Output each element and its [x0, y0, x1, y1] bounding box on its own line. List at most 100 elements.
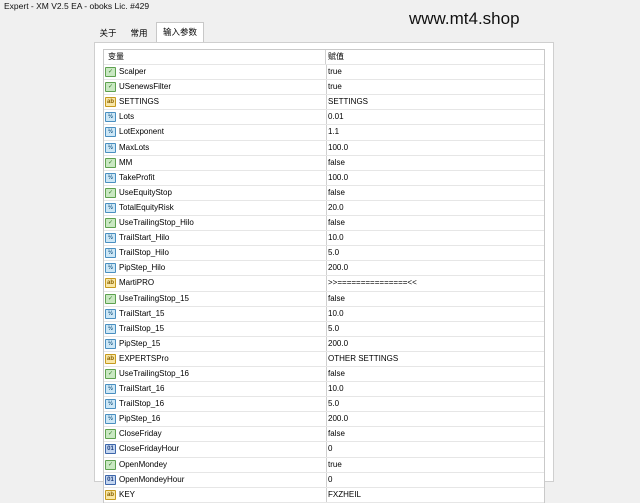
- table-row[interactable]: ½ TotalEquityRisk 20.0: [104, 200, 544, 217]
- table-row[interactable]: ½ PipStep_Hilo 200.0: [104, 261, 544, 277]
- table-row[interactable]: ✓ UseTrailingStop_15 false: [104, 291, 544, 307]
- table-row[interactable]: ½ TrailStop_Hilo 5.0: [104, 246, 544, 262]
- parameter-value[interactable]: 10.0: [327, 307, 544, 321]
- parameter-value[interactable]: 5.0: [327, 246, 544, 260]
- parameter-value[interactable]: 20.0: [327, 201, 544, 215]
- table-row[interactable]: 01 OpenMondeyHour 0: [104, 472, 544, 488]
- bool-type-icon: ✓: [105, 157, 116, 168]
- parameter-value[interactable]: OTHER SETTINGS: [327, 352, 544, 366]
- header-variable[interactable]: 变量: [104, 50, 326, 65]
- table-row[interactable]: ½ PipStep_16 200.0: [104, 412, 544, 428]
- parameter-name-cell: ✓ UseTrailingStop_15: [104, 291, 327, 306]
- table-row[interactable]: ½ TrailStart_16 10.0: [104, 382, 544, 398]
- table-row[interactable]: ½ PipStep_15 200.0: [104, 336, 544, 352]
- table-row[interactable]: ½ LotExponent 1.1: [104, 125, 544, 141]
- window-title: Expert - XM V2.5 EA - oboks Lic. #429: [4, 1, 150, 11]
- parameters-table: 变量 赋值 ✓ Scalper true ✓ USenewsFilter true ab SE…: [103, 49, 545, 503]
- parameter-name: UseEquityStop: [119, 187, 172, 197]
- parameter-value[interactable]: 0: [327, 442, 544, 456]
- tab-inputs[interactable]: 输入参数: [156, 22, 204, 43]
- table-row[interactable]: ½ TrailStart_Hilo 10.0: [104, 231, 544, 247]
- table-row[interactable]: ✓ OpenMondey true: [104, 457, 544, 473]
- tab-common[interactable]: 常用: [126, 25, 152, 41]
- parameter-value[interactable]: false: [327, 292, 544, 306]
- table-row[interactable]: ab KEY FXZHEIL: [104, 487, 544, 503]
- parameter-name: TotalEquityRisk: [119, 202, 174, 212]
- parameter-name: UseTrailingStop_16: [119, 368, 189, 378]
- parameter-value[interactable]: FXZHEIL: [327, 488, 544, 502]
- table-row[interactable]: ✓ UseTrailingStop_16 false: [104, 366, 544, 383]
- parameter-value[interactable]: 10.0: [327, 231, 544, 245]
- parameter-value[interactable]: 5.0: [327, 322, 544, 336]
- parameter-value[interactable]: false: [327, 367, 544, 381]
- parameter-name: PipStep_15: [119, 338, 161, 348]
- parameter-name: UseTrailingStop_Hilo: [119, 218, 194, 228]
- parameter-name-cell: ✓ OpenMondey: [104, 457, 327, 472]
- table-row[interactable]: ✓ UseTrailingStop_Hilo false: [104, 216, 544, 232]
- parameter-name-cell: 01 CloseFridayHour: [104, 442, 327, 457]
- bool-type-icon: ✓: [105, 429, 116, 440]
- table-row[interactable]: ab EXPERTSPro OTHER SETTINGS: [104, 351, 544, 367]
- table-row[interactable]: 01 CloseFridayHour 0: [104, 442, 544, 458]
- parameter-name-cell: ½ Lots: [104, 110, 327, 125]
- parameter-name: LotExponent: [119, 127, 164, 137]
- parameter-value[interactable]: 10.0: [327, 382, 544, 396]
- table-row[interactable]: ab MartiPRO >>===============<<: [104, 276, 544, 292]
- parameter-value[interactable]: false: [327, 427, 544, 441]
- parameter-value[interactable]: 0.01: [327, 110, 544, 124]
- parameter-name: MaxLots: [119, 142, 150, 152]
- parameter-name-cell: ✓ Scalper: [104, 65, 327, 80]
- parameter-name-cell: ½ TrailStop_15: [104, 321, 327, 336]
- parameter-name: TakeProfit: [119, 172, 155, 182]
- double-type-icon: ½: [105, 248, 116, 259]
- parameter-name: Scalper: [119, 67, 147, 77]
- parameter-value[interactable]: true: [327, 80, 544, 94]
- parameter-value[interactable]: SETTINGS: [327, 95, 544, 109]
- table-row[interactable]: ½ TrailStop_15 5.0: [104, 321, 544, 337]
- parameter-value[interactable]: 200.0: [327, 412, 544, 426]
- parameter-name: MM: [119, 157, 133, 167]
- table-row[interactable]: ✓ MM false: [104, 155, 544, 171]
- parameter-value[interactable]: 5.0: [327, 397, 544, 411]
- parameter-value[interactable]: 200.0: [327, 337, 544, 351]
- parameter-value[interactable]: true: [327, 458, 544, 472]
- table-row[interactable]: ab SETTINGS SETTINGS: [104, 95, 544, 111]
- parameter-name: TrailStop_16: [119, 399, 165, 409]
- parameter-value[interactable]: 1.1: [327, 125, 544, 139]
- table-row[interactable]: ✓ CloseFriday false: [104, 427, 544, 443]
- table-row[interactable]: ✓ Scalper true: [104, 65, 544, 81]
- parameter-value[interactable]: false: [327, 156, 544, 170]
- parameter-name-cell: ✓ USenewsFilter: [104, 80, 327, 95]
- parameter-name-cell: ½ TotalEquityRisk: [104, 200, 327, 216]
- parameter-name-cell: ½ PipStep_Hilo: [104, 261, 327, 276]
- table-row[interactable]: ✓ USenewsFilter true: [104, 80, 544, 96]
- table-row[interactable]: ½ TrailStop_16 5.0: [104, 397, 544, 413]
- table-row[interactable]: ½ TakeProfit 100.0: [104, 170, 544, 186]
- table-row[interactable]: ½ Lots 0.01: [104, 110, 544, 126]
- int-type-icon: 01: [105, 444, 116, 455]
- parameter-value[interactable]: 100.0: [327, 141, 544, 155]
- parameter-name: TrailStart_15: [119, 308, 165, 318]
- parameter-value[interactable]: 200.0: [327, 261, 544, 275]
- string-type-icon: ab: [105, 97, 116, 108]
- parameter-name: PipStep_Hilo: [119, 263, 166, 273]
- bool-type-icon: ✓: [105, 187, 116, 198]
- parameter-name: CloseFridayHour: [119, 444, 180, 454]
- parameter-value[interactable]: >>===============<<: [327, 276, 544, 290]
- parameter-name-cell: ✓ UseTrailingStop_Hilo: [104, 216, 327, 231]
- table-row[interactable]: ½ TrailStart_15 10.0: [104, 306, 544, 322]
- parameter-value[interactable]: false: [327, 216, 544, 230]
- parameter-name-cell: ½ PipStep_15: [104, 336, 327, 351]
- parameter-value[interactable]: 100.0: [327, 171, 544, 185]
- parameter-value[interactable]: false: [327, 186, 544, 200]
- double-type-icon: ½: [105, 323, 116, 334]
- parameter-value[interactable]: true: [327, 65, 544, 79]
- table-row[interactable]: ½ MaxLots 100.0: [104, 140, 544, 156]
- parameter-name: Lots: [119, 112, 135, 122]
- parameter-name-cell: ✓ UseTrailingStop_16: [104, 366, 327, 382]
- header-value[interactable]: 赋值: [327, 50, 544, 64]
- table-header: 变量 赋值: [104, 50, 544, 66]
- table-row[interactable]: ✓ UseEquityStop false: [104, 185, 544, 201]
- parameter-name: USenewsFilter: [119, 82, 172, 92]
- tab-about[interactable]: 关于: [96, 25, 120, 41]
